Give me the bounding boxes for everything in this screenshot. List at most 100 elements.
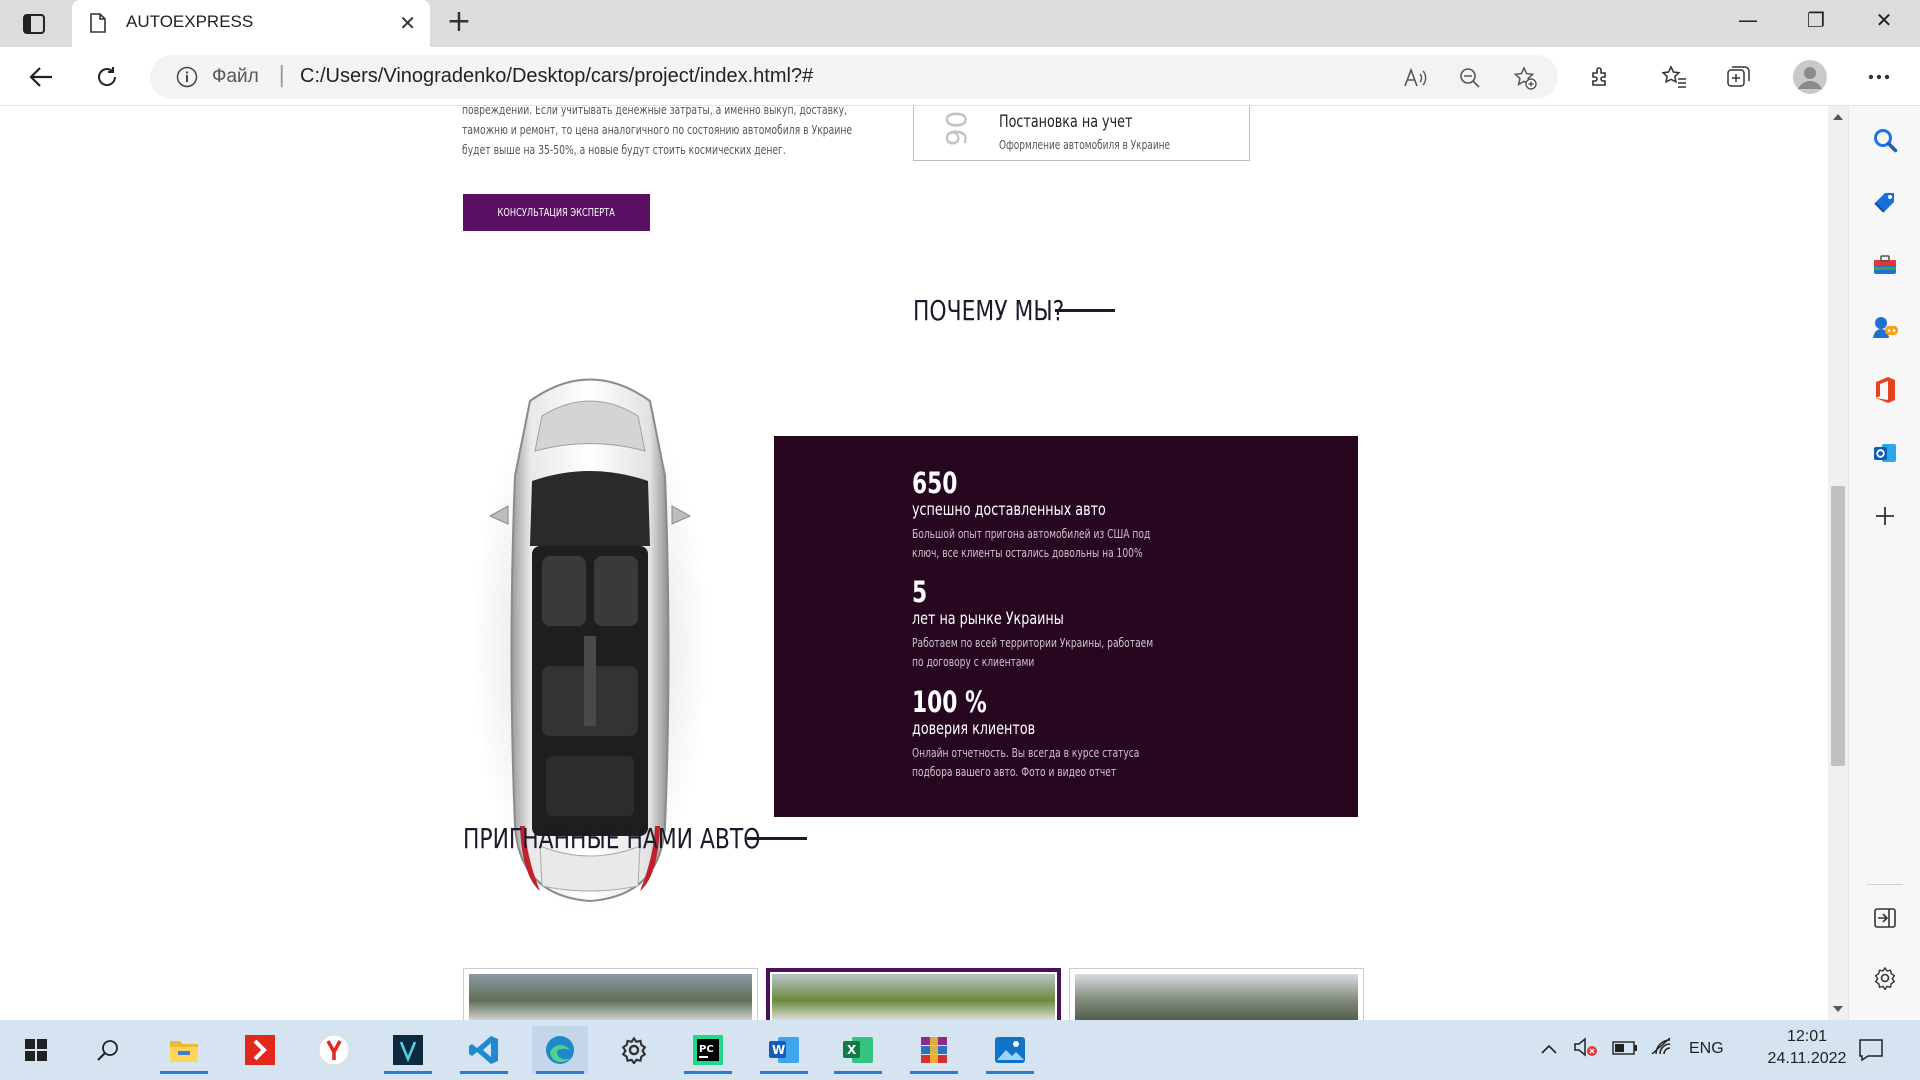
pycharm-icon[interactable]: PC	[680, 1026, 736, 1074]
page-scrollbar[interactable]	[1828, 106, 1848, 1020]
scroll-thumb[interactable]	[1831, 486, 1845, 766]
settings-taskbar-icon[interactable]	[606, 1026, 662, 1074]
restore-button[interactable]: ❐	[1796, 8, 1836, 38]
stat-item: 650 успешно доставленных авто Большой оп…	[912, 466, 1238, 562]
show-hidden-icons-chevron-icon[interactable]	[1540, 1040, 1558, 1059]
intro-line: повреждений. Если учитывать денежные зат…	[462, 106, 848, 117]
tab-bar: AUTOEXPRESS ✕ + — ❐ ✕	[0, 0, 1920, 47]
car-card[interactable]	[1069, 968, 1364, 1020]
running-indicator	[760, 1071, 808, 1074]
running-indicator	[684, 1071, 732, 1074]
url-scheme-label: Файл	[212, 66, 259, 87]
stat-desc-line: Работаем по всей территории Украины, раб…	[912, 635, 1154, 650]
stat-desc-line: Онлайн отчетность. Вы всегда в курсе ста…	[912, 745, 1140, 760]
anydesk-icon[interactable]	[232, 1026, 288, 1074]
clock[interactable]: 12:01 24.11.2022	[1764, 1028, 1850, 1068]
outlook-icon[interactable]	[1871, 439, 1899, 467]
yandex-browser-icon[interactable]	[306, 1026, 362, 1074]
clock-time: 12:01	[1786, 1028, 1828, 1045]
start-button[interactable]	[8, 1026, 64, 1074]
settings-more-icon[interactable]	[1862, 60, 1896, 94]
tab-actions-icon[interactable]	[14, 10, 54, 38]
stat-label: успешно доставленных авто	[912, 500, 1106, 520]
svg-text:X: X	[847, 1043, 857, 1057]
document-icon	[90, 13, 106, 37]
edge-taskbar-icon[interactable]	[532, 1026, 588, 1074]
favorites-icon[interactable]	[1657, 60, 1691, 94]
volume-muted-icon[interactable]	[1573, 1036, 1599, 1062]
stat-desc-line: ключ, все клиенты остались довольны на 1…	[912, 545, 1143, 560]
back-button[interactable]	[24, 60, 58, 94]
url-text[interactable]: C:/Users/Vinogradenko/Desktop/cars/proje…	[300, 65, 813, 88]
wifi-icon[interactable]	[1650, 1036, 1674, 1060]
winrar-icon[interactable]	[906, 1026, 962, 1074]
profile-avatar[interactable]	[1790, 57, 1830, 97]
page-viewport: повреждений. Если учитывать денежные зат…	[0, 106, 1828, 1020]
active-tab[interactable]: AUTOEXPRESS ✕	[72, 0, 430, 47]
search-icon[interactable]	[1871, 126, 1899, 154]
refresh-button[interactable]	[90, 60, 124, 94]
scroll-up-arrow-icon[interactable]	[1833, 114, 1843, 120]
car-photo	[469, 974, 752, 1020]
consult-expert-button[interactable]: КОНСУЛЬТАЦИЯ ЭКСПЕРТА	[463, 194, 650, 231]
scroll-down-arrow-icon[interactable]	[1833, 1006, 1843, 1012]
tools-briefcase-icon[interactable]	[1871, 251, 1899, 279]
running-indicator	[536, 1071, 584, 1074]
stat-value: 100 %	[912, 685, 987, 719]
running-indicator	[460, 1071, 508, 1074]
photos-icon[interactable]	[982, 1026, 1038, 1074]
notifications-icon[interactable]	[1858, 1038, 1884, 1066]
running-indicator	[384, 1071, 432, 1074]
minimize-button[interactable]: —	[1728, 8, 1768, 38]
close-window-button[interactable]: ✕	[1864, 8, 1904, 38]
address-bar[interactable]: Файл | C:/Users/Vinogradenko/Desktop/car…	[150, 55, 1558, 99]
add-favorite-icon[interactable]	[1510, 63, 1540, 93]
hide-sidebar-icon[interactable]	[1871, 904, 1899, 932]
shopping-tag-icon[interactable]	[1871, 188, 1899, 216]
language-indicator[interactable]: ENG	[1689, 1040, 1724, 1058]
svg-text:W: W	[772, 1043, 785, 1057]
search-taskbar-icon[interactable]	[80, 1026, 136, 1074]
imported-cars-heading: ПРИГНАННЫЕ НАМИ АВТО	[463, 816, 807, 860]
stat-desc-line: подбора вашего авто. Фото и видео отчет	[912, 764, 1117, 779]
file-explorer-icon[interactable]	[156, 1026, 212, 1074]
games-icon[interactable]	[1871, 313, 1899, 341]
vscode-icon[interactable]	[456, 1026, 512, 1074]
intro-line: будет выше на 35-50%, а новые будут стои…	[462, 142, 786, 157]
read-aloud-icon[interactable]	[1400, 63, 1430, 93]
car-card[interactable]	[463, 968, 758, 1020]
close-tab-icon[interactable]: ✕	[399, 11, 416, 35]
step-subtitle: Оформление автомобиля в Украине	[999, 138, 1171, 152]
car-card[interactable]	[766, 968, 1061, 1020]
sidebar-divider	[1867, 884, 1903, 885]
battery-icon[interactable]	[1612, 1040, 1638, 1059]
step-number: 06	[939, 110, 973, 147]
car-photo	[772, 974, 1055, 1020]
extensions-icon[interactable]	[1584, 60, 1618, 94]
stat-label: доверия клиентов	[912, 719, 1036, 739]
why-us-heading: ПОЧЕМУ МЫ?	[913, 288, 1115, 332]
stat-value: 650	[912, 466, 958, 500]
imported-cars-title: ПРИГНАННЫЕ НАМИ АВТО	[463, 821, 761, 855]
edge-sidebar	[1848, 106, 1920, 1020]
stats-panel: 650 успешно доставленных авто Большой оп…	[774, 436, 1358, 817]
office-icon[interactable]	[1871, 376, 1899, 404]
collections-icon[interactable]	[1722, 60, 1756, 94]
zoom-out-icon[interactable]	[1455, 63, 1485, 93]
consult-button-label: КОНСУЛЬТАЦИЯ ЭКСПЕРТА	[497, 206, 616, 219]
v-app-icon[interactable]	[380, 1026, 436, 1074]
running-indicator	[160, 1071, 208, 1074]
windows-taskbar: PC W X ENG 12:01 24.11.2022	[0, 1020, 1920, 1080]
excel-icon[interactable]: X	[830, 1026, 886, 1074]
word-icon[interactable]: W	[756, 1026, 812, 1074]
tab-title: AUTOEXPRESS	[126, 12, 254, 31]
add-sidebar-app-icon[interactable]	[1871, 502, 1899, 530]
why-us-title: ПОЧЕМУ МЫ?	[913, 293, 1065, 327]
sidebar-settings-gear-icon[interactable]	[1871, 964, 1899, 992]
site-info-icon[interactable]	[176, 66, 198, 92]
new-tab-button[interactable]: +	[444, 7, 474, 38]
running-indicator	[986, 1071, 1034, 1074]
svg-text:PC: PC	[699, 1044, 714, 1055]
step-title: Постановка на учет	[999, 112, 1133, 132]
intro-line: таможню и ремонт, то цена аналогичного п…	[462, 122, 853, 137]
